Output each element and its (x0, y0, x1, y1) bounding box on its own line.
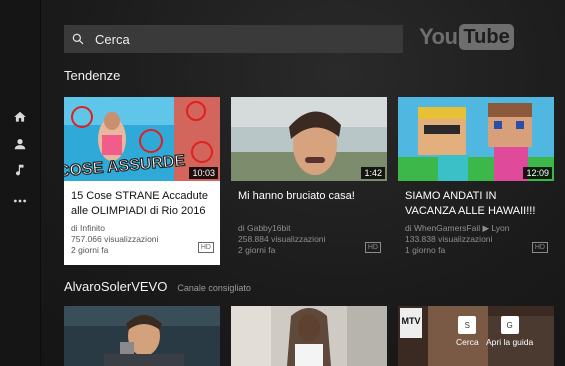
hd-badge: HD (364, 242, 381, 253)
guide-key: G (500, 316, 519, 334)
mtv-logo: MTV (402, 316, 421, 326)
video-title: 15 Cose STRANE Accadute alle OLIMPIADI d… (71, 190, 208, 217)
hd-badge: HD (531, 242, 548, 253)
channel-subtitle: Canale consigliato (177, 283, 251, 293)
channel-video-thumbnail[interactable] (64, 306, 220, 366)
search-bar[interactable]: Cerca (64, 25, 403, 53)
channel-name: AlvaroSolerVEVO (64, 279, 168, 294)
guide-shortcut-label: Apri la guida (486, 337, 534, 347)
video-channel: di Gabby16bit (238, 223, 291, 233)
video-card[interactable]: 1:42 Mi hanno bruciato casa! di Gabby16b… (231, 97, 387, 265)
more-icon[interactable] (11, 192, 29, 210)
duration-badge: 10:03 (189, 167, 218, 179)
search-icon (72, 33, 84, 45)
account-icon[interactable] (11, 135, 29, 153)
section-title-trending: Tendenze (64, 68, 121, 83)
video-thumbnail: 12:09 (398, 97, 554, 181)
video-age: 2 giorni fa (238, 245, 276, 255)
channel-video-thumbnail[interactable] (231, 306, 387, 366)
video-views: 258.884 visualizzazioni (238, 234, 326, 244)
youtube-logo: You Tube (419, 24, 514, 50)
home-icon[interactable] (11, 108, 29, 126)
video-card[interactable]: 12:09 SIAMO ANDATI IN VACANZA ALLE HAWAI… (398, 97, 554, 265)
section-title-recommended: AlvaroSolerVEVO Canale consigliato (64, 279, 251, 294)
duration-badge: 12:09 (523, 167, 552, 179)
video-thumbnail: COSE ASSURDE 10:03 (64, 97, 220, 181)
video-age: 2 giorni fa (71, 245, 109, 255)
duration-badge: 1:42 (361, 167, 385, 179)
video-views: 757.066 visualizzazioni (71, 234, 159, 244)
video-age: 1 giorno fa (405, 245, 446, 255)
search-input[interactable]: Cerca (95, 32, 130, 47)
sidebar (0, 0, 41, 366)
search-shortcut-button[interactable]: S Cerca (456, 316, 479, 347)
logo-you: You (419, 24, 458, 49)
hd-badge: HD (197, 242, 214, 253)
video-title: SIAMO ANDATI IN VACANZA ALLE HAWAII!!! (405, 190, 536, 217)
guide-shortcut-button[interactable]: G Apri la guida (486, 316, 533, 347)
logo-tube: Tube (459, 24, 514, 50)
video-card[interactable]: COSE ASSURDE 10:03 15 Cose STRANE Accadu… (64, 97, 220, 265)
video-thumbnail: 1:42 (231, 97, 387, 181)
video-channel: di WhenGamersFail ▶ Lyon (405, 223, 510, 233)
search-shortcut-label: Cerca (456, 337, 479, 347)
video-channel: di Infinito (71, 223, 106, 233)
video-title: Mi hanno bruciato casa! (238, 190, 355, 202)
music-icon[interactable] (11, 161, 29, 179)
search-key: S (458, 316, 477, 334)
video-views: 133.838 visualizzazioni (405, 234, 493, 244)
